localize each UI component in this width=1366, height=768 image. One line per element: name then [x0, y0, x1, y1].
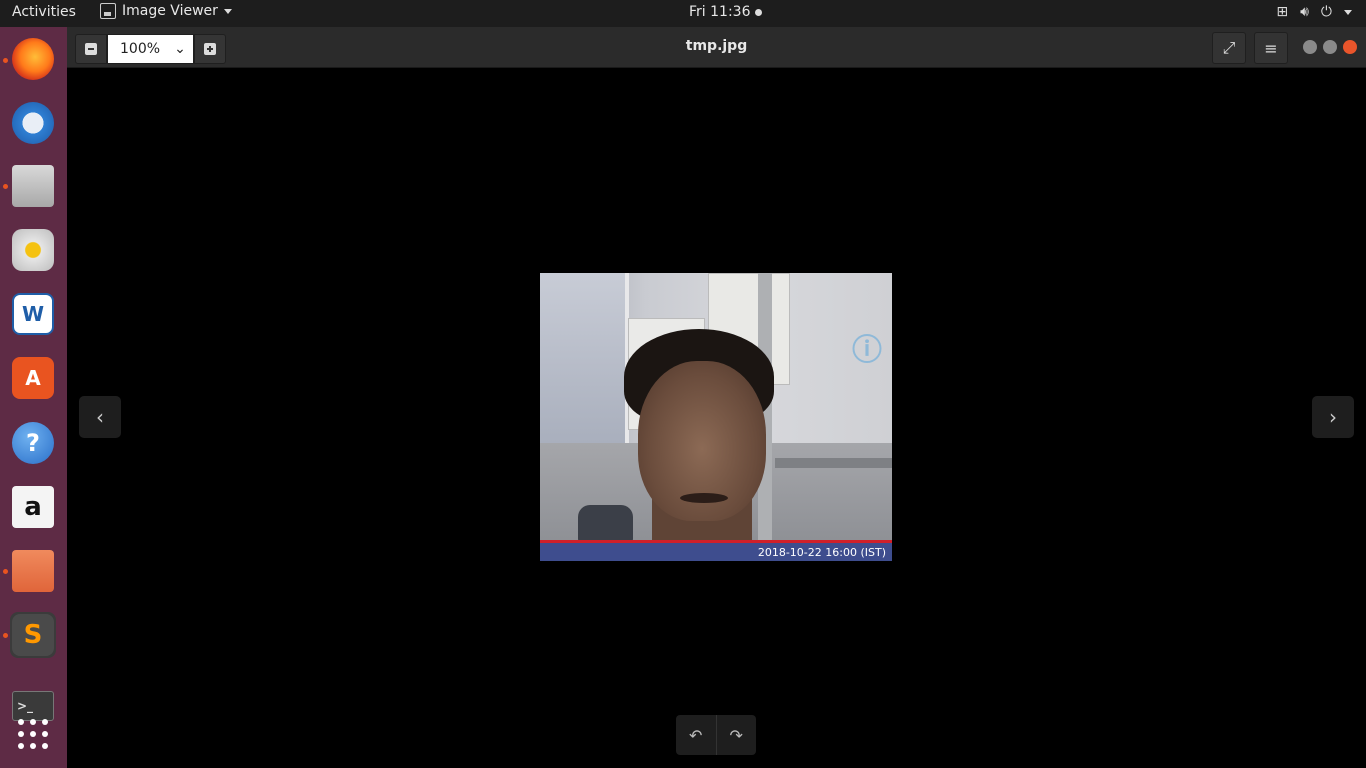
- power-icon[interactable]: ⏻: [1321, 4, 1332, 20]
- rotate-right-icon: ↷: [729, 725, 743, 745]
- music-icon: [12, 229, 54, 271]
- software-glyph: A: [25, 366, 41, 390]
- clock-label: Fri 11:36: [689, 4, 751, 20]
- zoom-level[interactable]: 100%: [108, 41, 167, 57]
- system-menu-arrow-icon[interactable]: [1344, 9, 1352, 15]
- fullscreen-button[interactable]: ⤢: [1212, 32, 1246, 64]
- dock-archive-manager[interactable]: [10, 548, 56, 594]
- image-timestamp: 2018-10-22 16:00 (IST): [757, 546, 886, 559]
- rotate-left-button[interactable]: ↶: [676, 715, 716, 755]
- image-viewer-icon: [100, 3, 116, 19]
- dock-ubuntu-software[interactable]: A: [10, 355, 56, 401]
- next-image-button[interactable]: ›: [1312, 396, 1354, 438]
- notification-dot-icon: [755, 8, 763, 16]
- writer-icon: W: [12, 293, 54, 335]
- window-title: tmp.jpg: [685, 38, 748, 54]
- software-icon: A: [12, 357, 54, 399]
- image-mustache: [680, 493, 728, 503]
- close-button[interactable]: [1343, 40, 1357, 54]
- chevron-left-icon: ‹: [96, 405, 104, 429]
- menu-button[interactable]: ≡: [1254, 32, 1288, 64]
- network-icon[interactable]: ⊞: [1276, 4, 1288, 20]
- dock: W A ? a S >_: [0, 27, 67, 768]
- image-rail: [775, 458, 892, 468]
- clock[interactable]: Fri 11:36: [689, 4, 763, 20]
- running-indicator: [3, 633, 8, 638]
- help-glyph: ?: [26, 429, 40, 457]
- zoom-in-button[interactable]: [194, 34, 226, 64]
- activities-button[interactable]: Activities: [12, 4, 76, 20]
- dock-help[interactable]: ?: [10, 420, 56, 466]
- hamburger-icon: ≡: [1264, 38, 1278, 58]
- dock-firefox[interactable]: [10, 36, 56, 82]
- dock-files[interactable]: [10, 163, 56, 209]
- rotate-left-icon: ↶: [689, 725, 703, 745]
- amazon-glyph: a: [24, 492, 42, 522]
- app-menu-label: Image Viewer: [122, 3, 218, 19]
- running-indicator: [3, 569, 8, 574]
- zoom-in-icon: [204, 43, 216, 55]
- firefox-icon: [12, 38, 54, 80]
- running-indicator: [3, 58, 8, 63]
- rotate-controls: ↶ ↷: [676, 715, 756, 755]
- system-tray[interactable]: ⊞ 🔊︎ ⏻: [1276, 4, 1352, 20]
- zoom-out-icon: [85, 43, 97, 55]
- archive-icon: [12, 550, 54, 592]
- sublime-icon: S: [12, 614, 54, 656]
- chevron-down-icon[interactable]: ⌄: [167, 41, 193, 57]
- writer-glyph: W: [21, 302, 45, 326]
- zoom-combo[interactable]: 100% ⌄: [107, 34, 194, 64]
- help-icon: ?: [12, 422, 54, 464]
- rotate-right-button[interactable]: ↷: [715, 715, 757, 755]
- minimize-button[interactable]: [1303, 40, 1317, 54]
- fullscreen-icon: ⤢: [1222, 38, 1236, 57]
- dock-thunderbird[interactable]: [10, 100, 56, 146]
- image-whiteboard: [540, 273, 629, 443]
- top-bar: Activities Image Viewer Fri 11:36 ⊞ 🔊︎ ⏻: [0, 0, 1366, 27]
- image-chair: [578, 505, 633, 543]
- dock-sublime-text[interactable]: S: [10, 612, 56, 658]
- dropdown-arrow-icon: [223, 8, 232, 14]
- zoom-out-button[interactable]: [75, 34, 107, 64]
- volume-icon[interactable]: 🔊︎: [1300, 4, 1309, 20]
- previous-image-button[interactable]: ‹: [79, 396, 121, 438]
- sublime-glyph: S: [23, 620, 43, 650]
- image-logo-icon: ⓘ: [852, 333, 882, 368]
- amazon-icon: a: [12, 486, 54, 528]
- dock-amazon[interactable]: a: [10, 484, 56, 530]
- viewer-header: 100% ⌄ tmp.jpg ⤢ ≡: [67, 27, 1366, 68]
- running-indicator: [3, 184, 8, 189]
- chevron-right-icon: ›: [1329, 405, 1337, 429]
- files-icon: [12, 165, 54, 207]
- maximize-button[interactable]: [1323, 40, 1337, 54]
- app-menu[interactable]: Image Viewer: [100, 3, 232, 19]
- mail-icon: [12, 102, 54, 144]
- displayed-image[interactable]: ⓘ 2018-10-22 16:00 (IST): [540, 273, 892, 561]
- dock-rhythmbox[interactable]: [10, 227, 56, 273]
- grid-icon: [12, 713, 54, 755]
- dock-show-applications[interactable]: [10, 711, 56, 757]
- dock-writer[interactable]: W: [10, 291, 56, 337]
